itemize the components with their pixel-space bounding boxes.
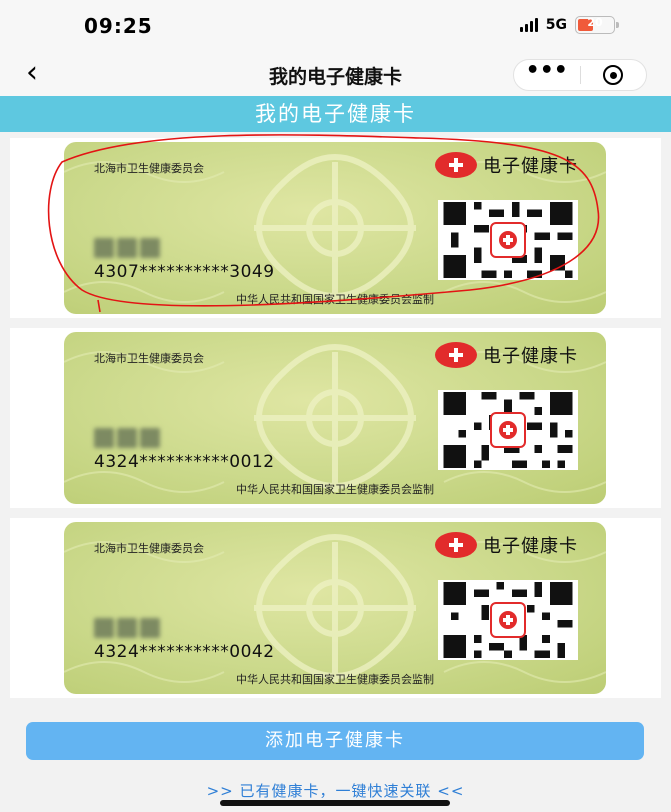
qr-center-badge xyxy=(490,602,526,638)
card-panel-2: 北海市卫生健康委员会 电子健康卡 4324**********0012 中华人民… xyxy=(10,328,661,508)
status-indicators: 5G 20 xyxy=(519,16,619,34)
card-panel-3: 北海市卫生健康委员会 电子健康卡 4324**********0042 中华人民… xyxy=(10,518,661,698)
status-time: 09:25 xyxy=(84,14,153,38)
card-issuer: 北海市卫生健康委员会 xyxy=(94,162,204,175)
card-brand: 电子健康卡 xyxy=(435,532,578,558)
card-supervisor: 中华人民共和国国家卫生健康委员会监制 xyxy=(236,483,434,496)
qr-center-badge xyxy=(490,412,526,448)
health-card[interactable]: 北海市卫生健康委员会 电子健康卡 4324**********00 xyxy=(64,522,606,694)
card-brand-text: 电子健康卡 xyxy=(483,346,578,367)
qr-code[interactable] xyxy=(438,200,578,280)
card-supervisor: 中华人民共和国国家卫生健康委员会监制 xyxy=(236,673,434,686)
cross-badge-icon xyxy=(435,342,477,368)
card-issuer: 北海市卫生健康委员会 xyxy=(94,352,204,365)
card-brand: 电子健康卡 xyxy=(435,342,578,368)
qr-code[interactable] xyxy=(438,580,578,660)
card-number: 4324**********0012 xyxy=(94,452,275,472)
health-card[interactable]: 北海市卫生健康委员会 电子健康卡 4307**********3049 中华人民… xyxy=(64,142,606,314)
qr-code[interactable] xyxy=(438,390,578,470)
home-indicator xyxy=(220,800,450,806)
link-existing-card-link[interactable]: >> 已有健康卡，一键快速关联 << xyxy=(0,780,671,801)
card-panel-1: 北海市卫生健康委员会 电子健康卡 4307**********3049 中华人民… xyxy=(10,138,661,318)
header-banner: 我的电子健康卡 xyxy=(0,96,671,132)
card-holder-name-redacted xyxy=(94,428,160,448)
signal-icon xyxy=(519,18,538,32)
card-brand-text: 电子健康卡 xyxy=(483,536,578,557)
more-icon[interactable]: ••• xyxy=(514,60,580,82)
network-label: 5G xyxy=(545,17,567,33)
card-issuer: 北海市卫生健康委员会 xyxy=(94,542,204,555)
cross-badge-icon xyxy=(435,152,477,178)
card-brand-text: 电子健康卡 xyxy=(483,156,578,177)
card-number: 4324**********0042 xyxy=(94,642,275,662)
battery-level: 20 xyxy=(587,16,603,29)
card-number: 4307**********3049 xyxy=(94,262,275,282)
battery-icon: 20 xyxy=(575,16,619,34)
add-card-button[interactable]: 添加电子健康卡 xyxy=(26,722,644,760)
nav-bar: ‹ 我的电子健康卡 ••• xyxy=(0,52,671,96)
qr-center-badge xyxy=(490,222,526,258)
card-brand: 电子健康卡 xyxy=(435,152,578,178)
status-bar: 09:25 5G 20 xyxy=(0,0,671,52)
miniapp-capsule: ••• xyxy=(513,59,647,91)
health-card[interactable]: 北海市卫生健康委员会 电子健康卡 4324**********00 xyxy=(64,332,606,504)
target-icon xyxy=(603,65,624,85)
card-supervisor: 中华人民共和国国家卫生健康委员会监制 xyxy=(236,293,434,306)
cross-badge-icon xyxy=(435,532,477,558)
card-holder-name-redacted xyxy=(94,238,160,258)
card-holder-name-redacted xyxy=(94,618,160,638)
close-miniapp-button[interactable] xyxy=(581,65,647,85)
